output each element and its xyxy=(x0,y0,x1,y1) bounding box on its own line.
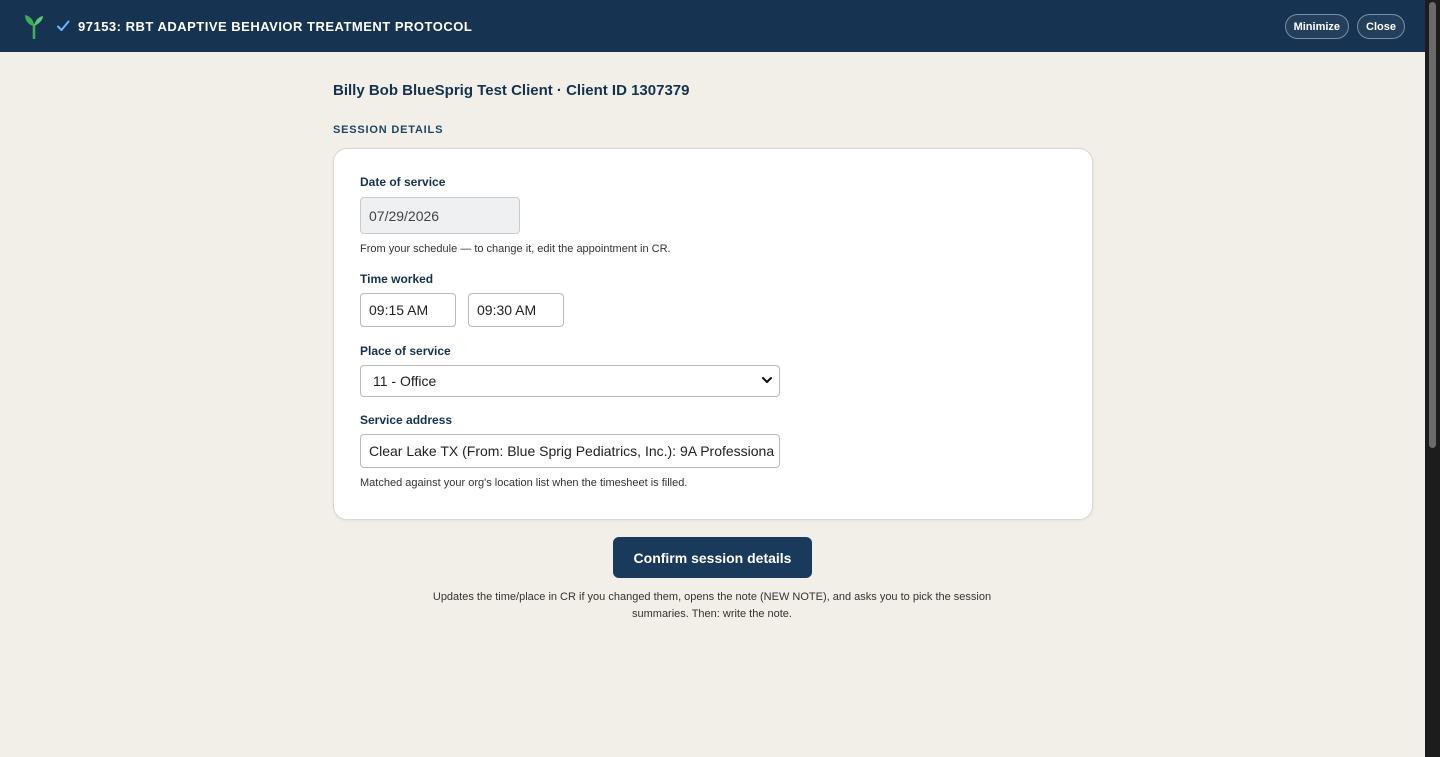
confirm-session-details-button[interactable]: Confirm session details xyxy=(613,537,812,578)
end-time-input[interactable]: 09:30 AM xyxy=(468,293,564,327)
time-worked-row: 09:15 AM 09:30 AM xyxy=(360,293,1066,327)
service-address-label: Service address xyxy=(360,413,453,427)
place-of-service-label: Place of service xyxy=(360,344,451,358)
window-title-bar: 97153: RBT ADAPTIVE BEHAVIOR TREATMENT P… xyxy=(0,0,1425,52)
place-of-service-select[interactable]: 11 - Office xyxy=(360,365,780,397)
close-button[interactable]: Close xyxy=(1357,14,1405,39)
date-of-service-field: 07/29/2026 xyxy=(360,197,520,234)
minimize-button[interactable]: Minimize xyxy=(1284,14,1350,39)
start-time-input[interactable]: 09:15 AM xyxy=(360,293,456,327)
place-of-service-value: 11 - Office xyxy=(373,373,437,389)
section-label-session-details: SESSION DETAILS xyxy=(333,124,444,136)
vertical-scrollbar[interactable] xyxy=(1425,0,1440,757)
sprout-icon xyxy=(24,13,44,39)
chevron-down-icon xyxy=(761,373,773,389)
scrollbar-thumb[interactable] xyxy=(1429,2,1436,448)
service-address-hint: Matched against your org's location list… xyxy=(360,477,688,489)
client-header: Billy Bob BlueSprig Test Client · Client… xyxy=(333,82,690,99)
window-controls: Minimize Close xyxy=(1284,14,1405,39)
date-of-service-label: Date of service xyxy=(360,175,446,189)
window-title: 97153: RBT ADAPTIVE BEHAVIOR TREATMENT P… xyxy=(78,18,473,34)
checkmark-icon xyxy=(56,19,70,33)
time-worked-label: Time worked xyxy=(360,272,434,286)
service-address-input[interactable]: Clear Lake TX (From: Blue Sprig Pediatri… xyxy=(360,434,780,468)
session-details-card: Date of service 07/29/2026 From your sch… xyxy=(333,148,1093,520)
date-of-service-hint: From your schedule — to change it, edit … xyxy=(360,243,671,255)
main-content: Billy Bob BlueSprig Test Client · Client… xyxy=(333,82,1093,520)
confirm-footnote: Updates the time/place in CR if you chan… xyxy=(432,591,992,620)
